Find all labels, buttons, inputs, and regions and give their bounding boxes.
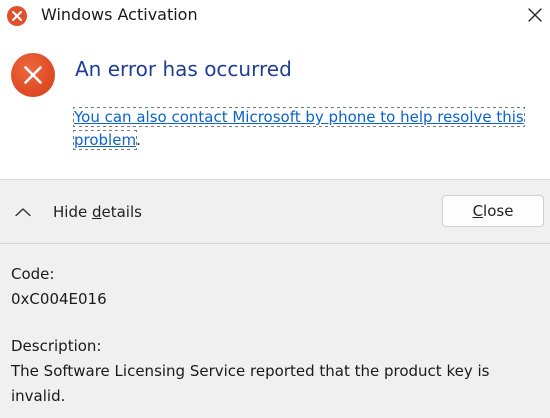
- window-title: Windows Activation: [41, 5, 198, 24]
- title-bar: Windows Activation: [0, 0, 550, 33]
- hide-details-label: Hide details: [53, 203, 142, 221]
- divider: [0, 243, 550, 244]
- window-close-button[interactable]: [520, 2, 550, 30]
- error-icon: [11, 53, 55, 97]
- description-label: Description:: [11, 337, 102, 355]
- windows-activation-dialog: Windows Activation An error has occurred…: [0, 0, 550, 418]
- code-label: Code:: [11, 265, 55, 283]
- hide-details-toggle[interactable]: Hide details: [14, 200, 142, 224]
- chevron-up-icon: [15, 208, 31, 217]
- close-icon: [528, 8, 542, 22]
- error-icon: [7, 6, 27, 26]
- page-title: An error has occurred: [75, 57, 292, 81]
- contact-microsoft-link[interactable]: You can also contact Microsoft by phone …: [73, 107, 525, 150]
- contact-suffix: .: [136, 131, 141, 149]
- main-panel: An error has occurred You can also conta…: [0, 33, 550, 179]
- footer-bar: Hide details Close: [0, 180, 550, 243]
- code-value: 0xC004E016: [11, 290, 107, 308]
- details-panel: Code: 0xC004E016 Description: The Softwa…: [11, 262, 541, 409]
- description-value: The Software Licensing Service reported …: [11, 362, 490, 405]
- contact-paragraph: You can also contact Microsoft by phone …: [73, 106, 525, 152]
- close-button[interactable]: Close: [442, 195, 544, 227]
